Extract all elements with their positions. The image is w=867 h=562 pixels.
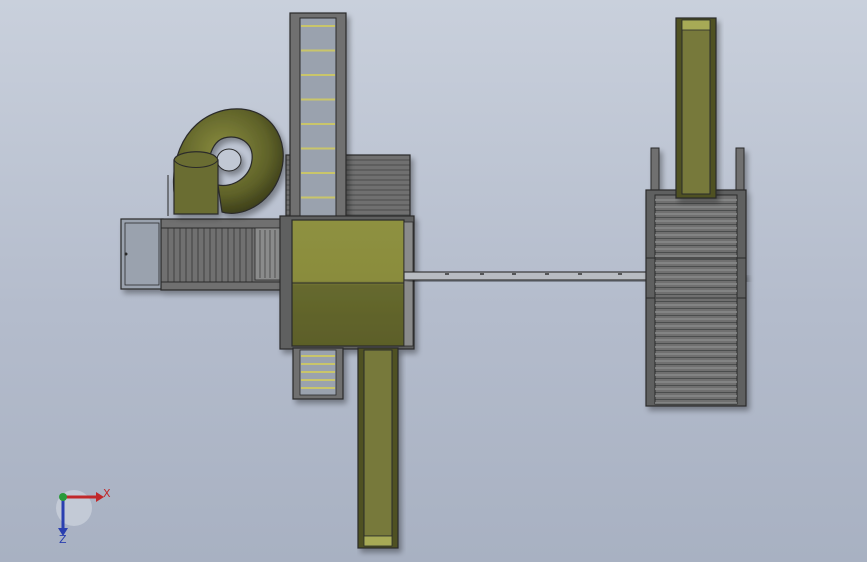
y-axis-dot-icon (59, 493, 67, 501)
z-axis-label: Z (59, 533, 67, 546)
x-axis-label: X (103, 487, 111, 500)
bottom-slide (357, 347, 399, 549)
main-deck (279, 215, 415, 350)
tube-slide (167, 108, 284, 216)
playset-top-view: X Z (56, 12, 747, 549)
top-ladder (289, 12, 347, 221)
orientation-triad: X Z (56, 487, 111, 546)
bottom-ladder (292, 347, 344, 400)
right-slide (675, 17, 717, 199)
cad-viewport[interactable]: X Z (0, 0, 867, 562)
entry-platform (120, 218, 297, 291)
